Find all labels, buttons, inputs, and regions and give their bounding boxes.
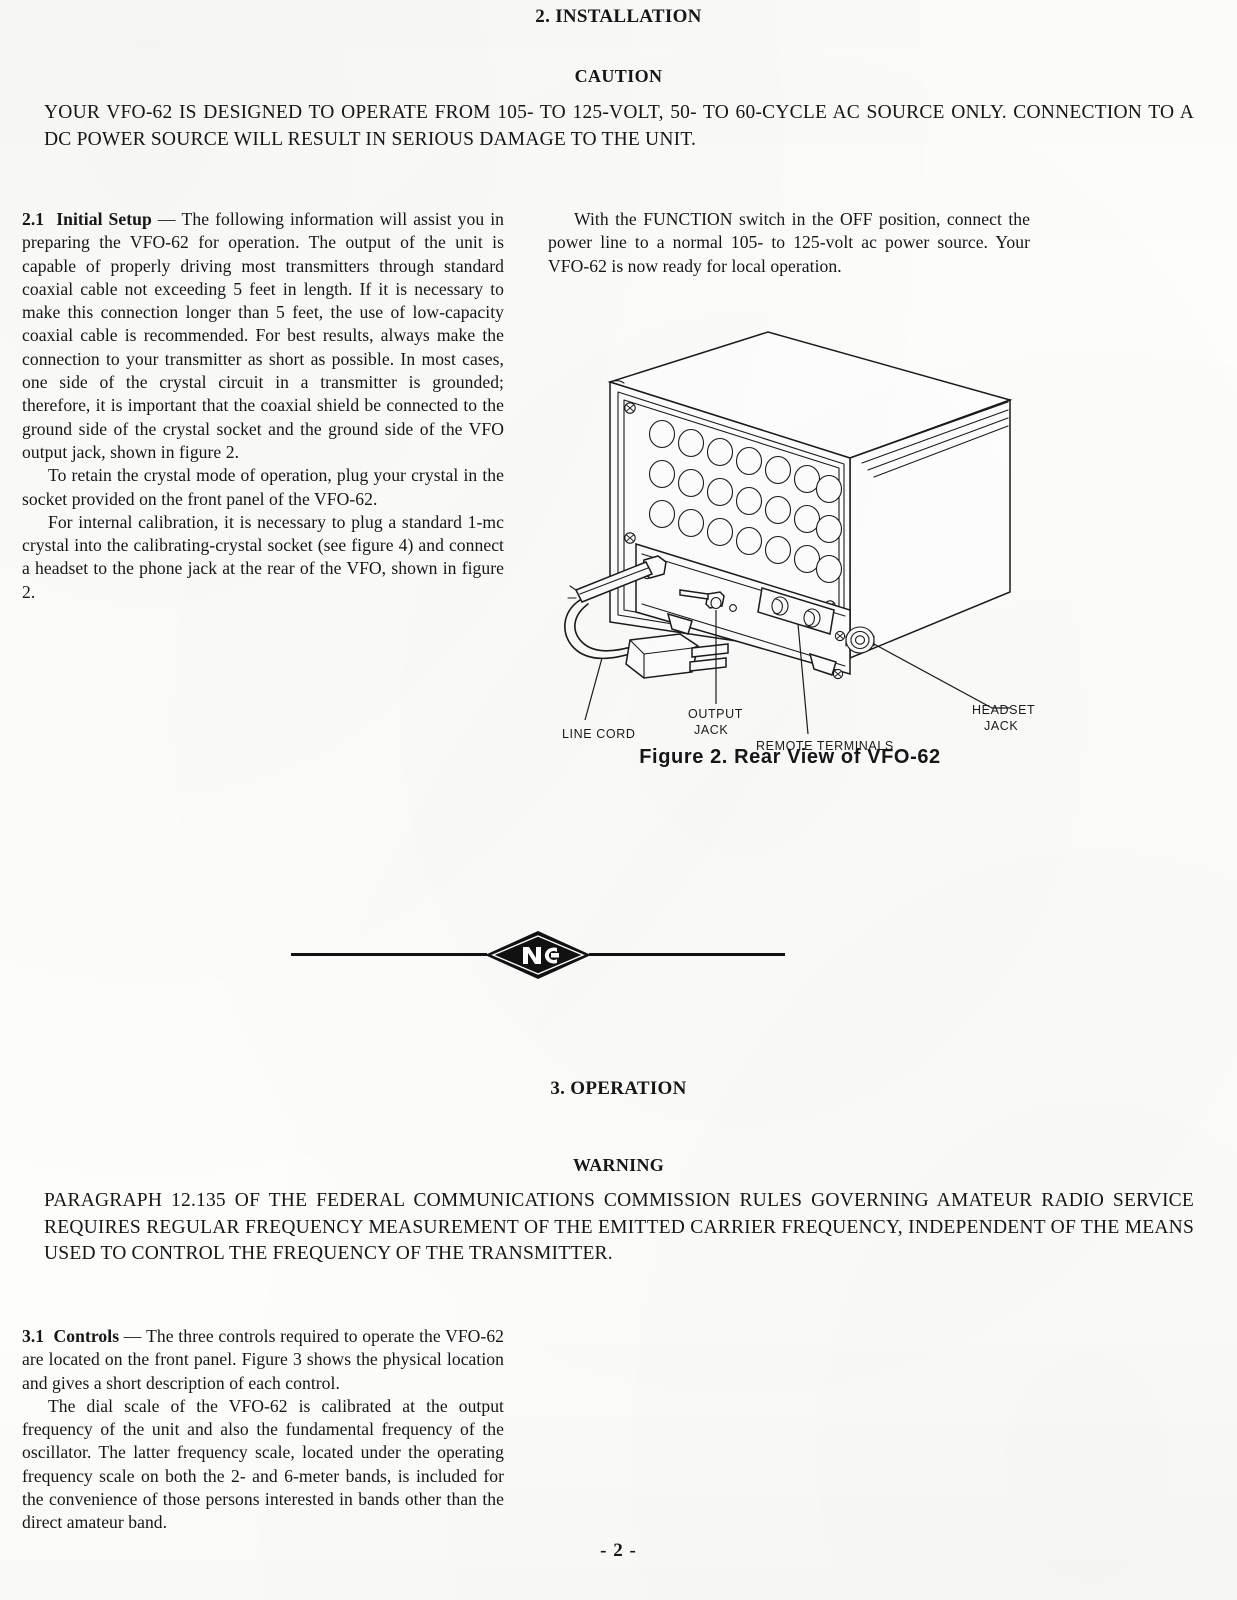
- section-number-2-1: 2.1: [22, 209, 45, 229]
- callout-output-jack-line2: JACK: [694, 723, 728, 737]
- operation-heading: 3. OPERATION: [550, 1078, 687, 1099]
- national-company-logo-icon: [483, 930, 593, 980]
- divider-rule-right: [589, 953, 785, 956]
- section-title-2-1: Initial Setup: [56, 209, 152, 229]
- leader-line-cord: [584, 657, 603, 721]
- section-title-3-1: Controls: [53, 1326, 120, 1346]
- callout-output-jack-line1: OUTPUT: [688, 707, 743, 721]
- callout-headset-jack-line1: HEADSET: [972, 703, 1035, 717]
- paragraph-2-1-text: The following information will assist yo…: [22, 209, 505, 462]
- em-dash-2: —: [123, 1326, 142, 1346]
- section-divider: [291, 930, 785, 980]
- caution-body: YOUR VFO-62 IS DESIGNED TO OPERATE FROM …: [44, 102, 1194, 150]
- warning-heading: WARNING: [572, 1155, 665, 1175]
- divider-rule-left: [291, 953, 487, 956]
- paragraph-internal-calibration: For internal calibration, it is necessar…: [22, 511, 504, 602]
- page-title: 2. INSTALLATION: [535, 6, 702, 27]
- page-number: - 2 -: [600, 1540, 637, 1561]
- manual-page: 2. INSTALLATION CAUTION YOUR VFO-62 IS D…: [0, 0, 1237, 1600]
- paragraph-3-1: 3.1 Controls — The three controls requir…: [22, 1325, 504, 1395]
- left-column-upper: 2.1 Initial Setup — The following inform…: [22, 208, 504, 604]
- headset-jack-connector: [845, 626, 875, 654]
- paragraph-function-switch: With the FUNCTION switch in the OFF posi…: [548, 209, 1030, 276]
- caution-heading: CAUTION: [574, 66, 663, 86]
- paragraph-dial-scale: The dial scale of the VFO-62 is calibrat…: [22, 1395, 504, 1533]
- section-number-3-1: 3.1: [22, 1326, 45, 1346]
- figure-2-illustration: .ln { fill:none; stroke:#1a1a1a; stroke-…: [540, 322, 1040, 782]
- callout-line-cord: LINE CORD: [562, 727, 635, 741]
- right-column-upper: With the FUNCTION switch in the OFF posi…: [548, 208, 1030, 278]
- callout-headset-jack-line2: JACK: [984, 719, 1018, 733]
- figure-2-caption: Figure 2. Rear View of VFO-62: [639, 746, 941, 768]
- left-column-lower: 3.1 Controls — The three controls requir…: [22, 1325, 504, 1535]
- paragraph-crystal-mode: To retain the crystal mode of operation,…: [22, 465, 504, 509]
- leader-headset-jack: [873, 643, 1010, 709]
- warning-body: PARAGRAPH 12.135 OF THE FEDERAL COMMUNIC…: [44, 1190, 1194, 1264]
- em-dash: —: [157, 209, 176, 229]
- paragraph-2-1: 2.1 Initial Setup — The following inform…: [22, 208, 504, 464]
